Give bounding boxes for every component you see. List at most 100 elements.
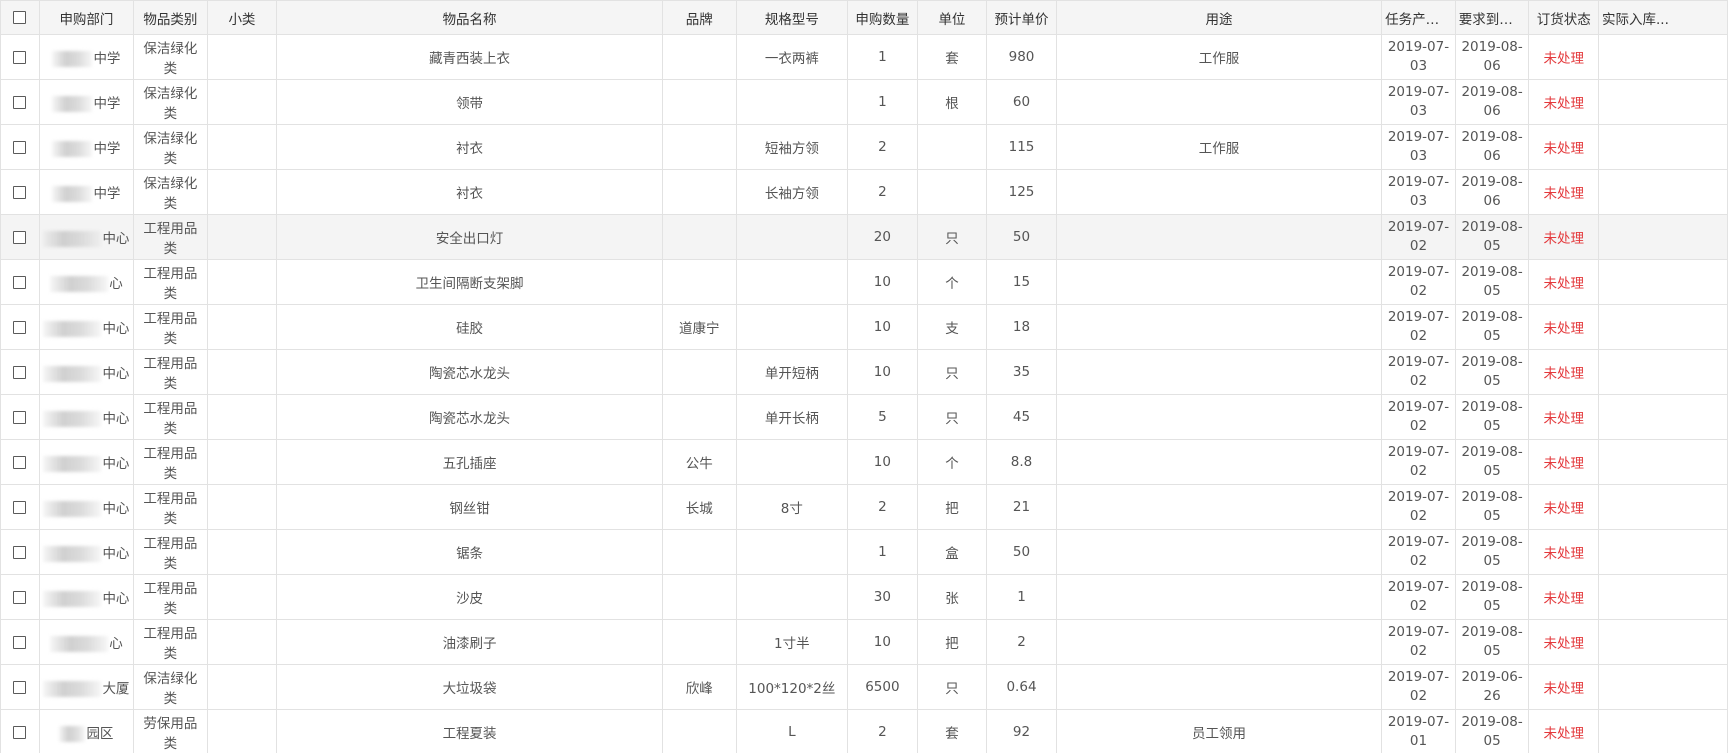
- column-header-price[interactable]: 预计单价: [986, 0, 1057, 35]
- row-select-cell[interactable]: [0, 709, 40, 753]
- cell-unit: [916, 124, 988, 170]
- column-header-qty[interactable]: 申购数量: [847, 0, 918, 35]
- row-checkbox-icon[interactable]: [13, 635, 27, 649]
- cell-category: 保洁绿化类: [133, 79, 208, 125]
- column-header-required[interactable]: 要求到货...: [1454, 0, 1530, 35]
- cell-required: 2019-08-05: [1454, 259, 1530, 305]
- row-checkbox-icon[interactable]: [13, 545, 27, 559]
- select-all-checkbox-icon[interactable]: [13, 11, 27, 24]
- row-select-cell[interactable]: [0, 259, 40, 305]
- table-row[interactable]: 中心 工程用品类 陶瓷芯水龙头 单开长柄 5 只 45 2019-07-02 2019-08-0…: [0, 394, 1728, 440]
- cell-brand: [661, 169, 737, 215]
- cell-price: 1: [986, 574, 1057, 620]
- row-select-cell[interactable]: [0, 34, 40, 80]
- column-header-dept[interactable]: 申购部门: [38, 0, 135, 35]
- cell-created: 2019-07-03: [1381, 124, 1456, 170]
- redacted-text-blur: [43, 501, 102, 517]
- status-badge: 未处理: [1543, 141, 1584, 157]
- row-select-cell[interactable]: [0, 574, 40, 620]
- cell-price: 45: [986, 394, 1057, 440]
- table-row[interactable]: 中心 工程用品类 沙皮 30 张 1 2019-07-02 2019-08-05 未处理: [0, 574, 1728, 620]
- row-checkbox-icon[interactable]: [13, 95, 27, 109]
- row-checkbox-icon[interactable]: [13, 140, 27, 154]
- row-checkbox-icon[interactable]: [13, 365, 27, 379]
- table-row[interactable]: 园区 劳保用品类 工程夏装 L 2 套 92 员工领用 2019-07-01 2019-08-05…: [0, 709, 1728, 753]
- table-row[interactable]: 中心 工程用品类 硅胶 道康宁 10 支 18 2019-07-02 2019-08-05 未处理: [0, 304, 1728, 350]
- row-select-cell[interactable]: [0, 529, 40, 575]
- cell-stocked: [1598, 259, 1728, 305]
- header-select-all[interactable]: [0, 0, 40, 35]
- cell-purpose: [1055, 259, 1383, 305]
- row-select-cell[interactable]: [0, 349, 40, 395]
- cell-category: 工程用品类: [133, 484, 208, 530]
- cell-purpose: [1055, 529, 1383, 575]
- column-header-brand[interactable]: 品牌: [661, 0, 737, 35]
- table-row[interactable]: 中学 保洁绿化类 藏青西装上衣 一衣两裤 1 套 980 工作服 2019-07-03 2019-…: [0, 34, 1728, 80]
- cell-spec: 单开短柄: [735, 349, 849, 395]
- row-checkbox-icon[interactable]: [13, 455, 27, 469]
- cell-dept: 中学: [38, 34, 135, 80]
- cell-status: 未处理: [1528, 124, 1599, 170]
- row-checkbox-icon[interactable]: [13, 185, 27, 199]
- cell-name: 钢丝钳: [276, 484, 663, 530]
- row-checkbox-icon[interactable]: [13, 725, 27, 739]
- table-body: 中学 保洁绿化类 藏青西装上衣 一衣两裤 1 套 980 工作服 2019-07-03 2019-…: [0, 34, 1728, 753]
- row-select-cell[interactable]: [0, 304, 40, 350]
- cell-dept: 中心: [38, 439, 135, 485]
- row-checkbox-icon[interactable]: [13, 590, 27, 604]
- column-header-stocked[interactable]: 实际入库...: [1598, 0, 1728, 35]
- table-row[interactable]: 中心 工程用品类 钢丝钳 长城 8寸 2 把 21 2019-07-02 2019-08-05 未处…: [0, 484, 1728, 530]
- row-checkbox-icon[interactable]: [13, 410, 27, 424]
- column-header-spec[interactable]: 规格型号: [735, 0, 849, 35]
- cell-dept-text: 中心: [102, 456, 130, 472]
- cell-name: 安全出口灯: [276, 214, 663, 260]
- column-header-category[interactable]: 物品类别: [133, 0, 208, 35]
- cell-dept: 中心: [38, 394, 135, 440]
- cell-dept-text: 大厦: [102, 681, 130, 697]
- row-checkbox-icon[interactable]: [13, 500, 27, 514]
- row-select-cell[interactable]: [0, 124, 40, 170]
- cell-name: 衬衣: [276, 169, 663, 215]
- cell-name: 藏青西装上衣: [276, 34, 663, 80]
- table-row[interactable]: 中学 保洁绿化类 领带 1 根 60 2019-07-03 2019-08-06 未处理: [0, 79, 1728, 125]
- row-select-cell[interactable]: [0, 169, 40, 215]
- cell-status: 未处理: [1528, 664, 1599, 710]
- table-row[interactable]: 心工程用品类 卫生间隔断支架脚 10 个 15 2019-07-02 2019-08-05 未…: [0, 259, 1728, 305]
- table-row[interactable]: 中学 保洁绿化类 衬衣 长袖方领 2 125 2019-07-03 2019-08-06 未处理: [0, 169, 1728, 215]
- table-row[interactable]: 中心 工程用品类 五孔插座 公牛 10 个 8.8 2019-07-02 2019-08-05 未…: [0, 439, 1728, 485]
- redacted-text-blur: [50, 636, 109, 652]
- column-header-name[interactable]: 物品名称: [276, 0, 663, 35]
- table-row[interactable]: 心工程用品类 油漆刷子 1寸半 10 把 2 2019-07-02 2019-08-05 未处理: [0, 619, 1728, 665]
- row-checkbox-icon[interactable]: [13, 320, 27, 334]
- row-select-cell[interactable]: [0, 484, 40, 530]
- row-select-cell[interactable]: [0, 439, 40, 485]
- column-header-created[interactable]: 任务产生...: [1381, 0, 1456, 35]
- redacted-text-blur: [52, 186, 93, 202]
- column-header-status[interactable]: 订货状态: [1528, 0, 1599, 35]
- row-select-cell[interactable]: [0, 664, 40, 710]
- column-header-subcategory[interactable]: 小类: [206, 0, 278, 35]
- table-row[interactable]: 大厦 保洁绿化类 大垃圾袋 欣峰 100*120*2丝 6500 只 0.64 2019-07-…: [0, 664, 1728, 710]
- table-row[interactable]: 中心 工程用品类 锯条 1 盒 50 2019-07-02 2019-08-05 未处理: [0, 529, 1728, 575]
- cell-subcategory: [206, 619, 278, 665]
- cell-dept-text: 中学: [93, 51, 121, 67]
- row-checkbox-icon[interactable]: [13, 275, 27, 289]
- cell-created: 2019-07-02: [1381, 394, 1456, 440]
- column-header-purpose[interactable]: 用途: [1055, 0, 1383, 35]
- table-row[interactable]: 中心 工程用品类 安全出口灯 20 只 50 2019-07-02 2019-08-05 未处理: [0, 214, 1728, 260]
- cell-dept-text: 园区: [86, 726, 114, 742]
- cell-spec: 单开长柄: [735, 394, 849, 440]
- row-checkbox-icon[interactable]: [13, 50, 27, 64]
- row-checkbox-icon[interactable]: [13, 230, 27, 244]
- row-select-cell[interactable]: [0, 619, 40, 665]
- row-checkbox-icon[interactable]: [13, 680, 27, 694]
- table-row[interactable]: 中心 工程用品类 陶瓷芯水龙头 单开短柄 10 只 35 2019-07-02 2019-08-…: [0, 349, 1728, 395]
- row-select-cell[interactable]: [0, 214, 40, 260]
- row-select-cell[interactable]: [0, 394, 40, 440]
- table-row[interactable]: 中学 保洁绿化类 衬衣 短袖方领 2 115 工作服 2019-07-03 2019-08-06…: [0, 124, 1728, 170]
- row-select-cell[interactable]: [0, 79, 40, 125]
- cell-subcategory: [206, 259, 278, 305]
- cell-stocked: [1598, 304, 1728, 350]
- column-header-unit[interactable]: 单位: [916, 0, 988, 35]
- cell-unit: 套: [916, 34, 988, 80]
